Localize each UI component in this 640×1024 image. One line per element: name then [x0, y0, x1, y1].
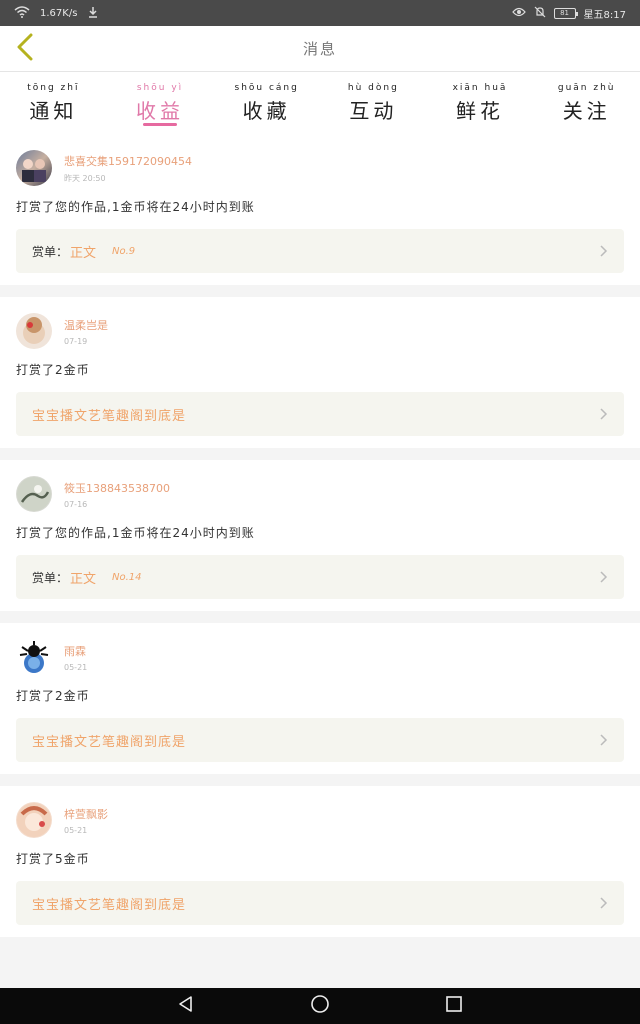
eye-icon: [511, 7, 526, 20]
battery-icon: 81: [553, 7, 578, 19]
message-card: 筱玉138843538700 07-16 打赏了您的作品,1金币将在24小时内到…: [0, 460, 640, 611]
avatar[interactable]: [16, 639, 52, 675]
tab-label: 通知: [29, 98, 78, 123]
tab-pinyin: guān zhù: [557, 82, 616, 93]
message-text: 打赏了5金币: [16, 852, 90, 866]
username[interactable]: 梓萱飘影: [64, 806, 108, 822]
username[interactable]: 悲喜交集159172090454: [64, 153, 192, 169]
page-title: 消息: [302, 40, 337, 58]
net-speed: 1.67K/s: [40, 7, 78, 19]
timestamp: 05-21: [64, 662, 88, 672]
detail-number: No.9: [112, 245, 136, 257]
tab-label: 互动: [349, 98, 398, 123]
username[interactable]: 筱玉138843538700: [64, 480, 170, 496]
tab-label: 收益: [136, 98, 184, 123]
message-text: 打赏了2金币: [16, 363, 90, 377]
tab-pinyin: shōu yì: [136, 82, 184, 93]
message-text: 打赏了您的作品,1金币将在24小时内到账: [16, 200, 255, 214]
circle-home-icon: [310, 994, 330, 1018]
wifi-icon: [14, 5, 30, 21]
tab-pinyin: xiān huā: [452, 82, 508, 93]
tab-flowers[interactable]: xiān huā 鲜花: [427, 72, 534, 134]
username[interactable]: 温柔岂是: [64, 317, 108, 333]
clock-text: 星五8:17: [583, 9, 626, 21]
chevron-right-icon: [600, 242, 608, 261]
avatar[interactable]: [16, 150, 52, 186]
detail-work: 正文: [70, 245, 97, 261]
timestamp: 05-21: [64, 825, 88, 835]
download-icon: [87, 6, 99, 21]
username[interactable]: 雨霖: [64, 643, 87, 659]
top-bar: 消息: [0, 26, 640, 72]
back-button[interactable]: [10, 33, 40, 65]
message-detail-row[interactable]: 宝宝播文艺笔趣阁到底是: [16, 718, 624, 762]
nav-back-button[interactable]: [174, 994, 198, 1018]
detail-work: 正文: [70, 571, 97, 587]
avatar[interactable]: [16, 476, 52, 512]
avatar[interactable]: [16, 802, 52, 838]
tab-pinyin: hù dòng: [347, 82, 399, 93]
tab-label: 收藏: [242, 98, 291, 123]
chevron-left-icon: [16, 33, 34, 65]
message-detail-row[interactable]: 赏单： 正文 No.14: [16, 555, 624, 599]
tab-label: 鲜花: [456, 98, 505, 123]
tab-bar: tōng zhī 通知 shōu yì 收益 shōu cáng 收藏 hù d…: [0, 72, 640, 134]
detail-text: 宝宝播文艺笔趣阁到底是: [32, 734, 187, 750]
triangle-back-icon: [177, 995, 195, 1017]
timestamp: 07-16: [64, 499, 88, 509]
timestamp: 昨天 20:50: [64, 173, 106, 183]
square-recents-icon: [445, 995, 463, 1017]
message-text: 打赏了您的作品,1金币将在24小时内到账: [16, 526, 255, 540]
message-card: 温柔岂是 07-19 打赏了2金币 宝宝播文艺笔趣阁到底是: [0, 297, 640, 448]
tab-earnings[interactable]: shōu yì 收益: [107, 72, 214, 134]
tab-notice[interactable]: tōng zhī 通知: [0, 72, 107, 134]
message-card: 悲喜交集159172090454 昨天 20:50 打赏了您的作品,1金币将在2…: [0, 134, 640, 285]
mute-bell-icon: [534, 6, 546, 21]
detail-text: 宝宝播文艺笔趣阁到底是: [32, 897, 187, 913]
message-detail-row[interactable]: 宝宝播文艺笔趣阁到底是: [16, 881, 624, 925]
message-list: 悲喜交集159172090454 昨天 20:50 打赏了您的作品,1金币将在2…: [0, 134, 640, 949]
tab-pinyin: tōng zhī: [27, 82, 80, 93]
tab-pinyin: shōu cáng: [234, 82, 299, 93]
tab-follow[interactable]: guān zhù 关注: [533, 72, 640, 134]
status-bar: 1.67K/s 81 星五8:17: [0, 0, 640, 26]
detail-label: 赏单：: [32, 570, 69, 585]
chevron-right-icon: [600, 405, 608, 424]
detail-text: 宝宝播文艺笔趣阁到底是: [32, 408, 187, 424]
nav-recents-button[interactable]: [442, 994, 466, 1018]
timestamp: 07-19: [64, 336, 88, 346]
nav-home-button[interactable]: [308, 994, 332, 1018]
detail-label: 赏单：: [32, 244, 69, 259]
avatar[interactable]: [16, 313, 52, 349]
message-detail-row[interactable]: 赏单： 正文 No.9: [16, 229, 624, 273]
message-text: 打赏了2金币: [16, 689, 90, 703]
tab-label: 关注: [562, 98, 611, 123]
detail-number: No.14: [112, 571, 142, 583]
system-nav-bar: [0, 988, 640, 1024]
tab-favorites[interactable]: shōu cáng 收藏: [213, 72, 320, 134]
chevron-right-icon: [600, 568, 608, 587]
chevron-right-icon: [600, 894, 608, 913]
message-card: 梓萱飘影 05-21 打赏了5金币 宝宝播文艺笔趣阁到底是: [0, 786, 640, 937]
tab-interaction[interactable]: hù dòng 互动: [320, 72, 427, 134]
message-card: 雨霖 05-21 打赏了2金币 宝宝播文艺笔趣阁到底是: [0, 623, 640, 774]
chevron-right-icon: [600, 731, 608, 750]
message-detail-row[interactable]: 宝宝播文艺笔趣阁到底是: [16, 392, 624, 436]
